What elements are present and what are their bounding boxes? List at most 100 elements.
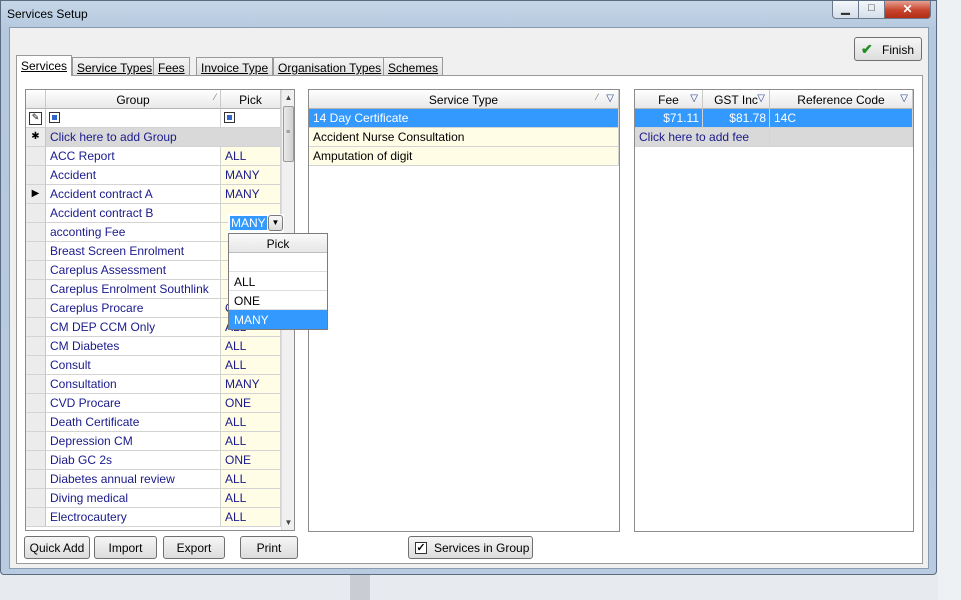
group-cell[interactable]: Accident contract A	[46, 185, 221, 204]
pick-cell[interactable]: MANY	[221, 185, 281, 204]
group-cell[interactable]: Consultation	[46, 375, 221, 394]
export-button[interactable]: Export	[163, 536, 225, 559]
tab-services[interactable]: Services	[16, 55, 73, 76]
row-indicator[interactable]	[26, 508, 46, 527]
group-cell[interactable]: Careplus Assessment	[46, 261, 221, 280]
filter-row-indicator[interactable]: ✎	[26, 109, 46, 128]
pick-dropdown[interactable]: Pick ALL ONE MANY	[228, 233, 328, 330]
service-type-column-header[interactable]: Service Type ⁄ ▽	[309, 90, 619, 109]
row-indicator[interactable]	[26, 280, 46, 299]
pick-cell[interactable]: ONE	[221, 451, 281, 470]
tab-schemes[interactable]: Schemes	[383, 57, 444, 75]
row-indicator[interactable]: ▶	[26, 185, 46, 204]
fee-cell[interactable]: $71.11	[635, 109, 703, 128]
fee-grid[interactable]: Fee ▽ GST Inc ▽ Reference Code ▽ $71.11 …	[634, 89, 914, 532]
add-group-row[interactable]: Click here to add Group	[46, 128, 281, 147]
title-bar[interactable]: Services Setup ▁ □ ✕	[1, 1, 936, 27]
row-indicator[interactable]	[26, 204, 46, 223]
pick-cell[interactable]: ALL	[221, 147, 281, 166]
filter-funnel-icon[interactable]: ▽	[690, 93, 698, 104]
row-indicator[interactable]	[26, 261, 46, 280]
gst-cell[interactable]: $81.78	[703, 109, 770, 128]
row-indicator[interactable]	[26, 413, 46, 432]
maximize-button[interactable]: □	[858, 1, 885, 19]
gst-column-header[interactable]: GST Inc ▽	[703, 90, 770, 109]
row-indicator[interactable]	[26, 375, 46, 394]
row-indicator[interactable]	[26, 489, 46, 508]
group-cell[interactable]: Careplus Enrolment Southlink	[46, 280, 221, 299]
print-button[interactable]: Print	[240, 536, 298, 559]
pick-cell[interactable]: ALL	[221, 337, 281, 356]
row-indicator[interactable]	[26, 166, 46, 185]
add-fee-row-ref[interactable]	[770, 128, 913, 147]
minimize-button[interactable]: ▁	[832, 1, 859, 19]
scroll-thumb[interactable]: ≡	[283, 106, 294, 162]
tab-invoice-type[interactable]: Invoice Type	[196, 57, 274, 75]
service-type-grid[interactable]: Service Type ⁄ ▽ 14 Day Certificate Accid…	[308, 89, 620, 532]
group-cell[interactable]: CM Diabetes	[46, 337, 221, 356]
pick-cell[interactable]: ALL	[221, 470, 281, 489]
row-indicator[interactable]	[26, 356, 46, 375]
group-cell[interactable]: CVD Procare	[46, 394, 221, 413]
services-in-group-checkbox[interactable]: ✓ Services in Group	[408, 536, 533, 559]
group-cell[interactable]: Accident	[46, 166, 221, 185]
row-indicator[interactable]	[26, 394, 46, 413]
row-indicator[interactable]	[26, 470, 46, 489]
filter-funnel-icon[interactable]: ▽	[900, 93, 908, 104]
pick-combo[interactable]: MANY ▼	[228, 214, 284, 233]
pick-filter-cell[interactable]	[221, 109, 281, 128]
pick-cell[interactable]: MANY	[221, 375, 281, 394]
pick-cell[interactable]: ALL	[221, 413, 281, 432]
pick-option-blank[interactable]	[229, 253, 327, 272]
group-cell[interactable]: Diabetes annual review	[46, 470, 221, 489]
finish-button[interactable]: ✔ Finish	[854, 37, 922, 61]
group-cell[interactable]: CM DEP CCM Only	[46, 318, 221, 337]
filter-funnel-icon[interactable]: ▽	[606, 93, 614, 104]
reference-code-cell[interactable]: 14C	[770, 109, 913, 128]
pick-cell[interactable]: ALL	[221, 432, 281, 451]
chevron-down-icon[interactable]: ▼	[268, 215, 283, 231]
add-fee-row[interactable]: Click here to add fee	[635, 128, 770, 147]
filter-funnel-icon[interactable]: ▽	[757, 93, 765, 104]
scroll-up-icon[interactable]: ▲	[282, 93, 294, 102]
pick-cell[interactable]: MANY	[221, 166, 281, 185]
group-column-header[interactable]: Group ⁄	[46, 90, 221, 109]
pick-cell[interactable]: ALL	[221, 356, 281, 375]
group-cell[interactable]: Death Certificate	[46, 413, 221, 432]
tab-organisation-types[interactable]: Organisation Types	[273, 57, 387, 75]
service-type-row[interactable]: Amputation of digit	[309, 147, 619, 166]
close-button[interactable]: ✕	[884, 1, 931, 19]
fee-column-header[interactable]: Fee ▽	[635, 90, 703, 109]
row-indicator[interactable]	[26, 337, 46, 356]
group-cell[interactable]: Careplus Procare	[46, 299, 221, 318]
pick-cell[interactable]: ONE	[221, 394, 281, 413]
row-indicator[interactable]	[26, 223, 46, 242]
row-indicator[interactable]	[26, 432, 46, 451]
pick-combo-value[interactable]: MANY	[230, 216, 267, 230]
pick-cell[interactable]: ALL	[221, 489, 281, 508]
group-cell[interactable]: Electrocautery	[46, 508, 221, 527]
pick-cell[interactable]: ALL	[221, 508, 281, 527]
tab-service-types[interactable]: Service Types	[72, 57, 158, 75]
row-indicator[interactable]	[26, 242, 46, 261]
scroll-down-icon[interactable]: ▼	[282, 518, 294, 527]
row-indicator[interactable]	[26, 318, 46, 337]
group-cell[interactable]: acconting Fee	[46, 223, 221, 242]
row-indicator[interactable]	[26, 451, 46, 470]
reference-code-column-header[interactable]: Reference Code ▽	[770, 90, 913, 109]
service-type-row[interactable]: 14 Day Certificate	[309, 109, 619, 128]
group-cell[interactable]: Consult	[46, 356, 221, 375]
pick-option-many[interactable]: MANY	[229, 310, 327, 329]
group-cell[interactable]: Diving medical	[46, 489, 221, 508]
row-indicator[interactable]	[26, 147, 46, 166]
pick-option-all[interactable]: ALL	[229, 272, 327, 291]
row-indicator[interactable]	[26, 299, 46, 318]
group-cell[interactable]: Accident contract B	[46, 204, 221, 223]
service-type-row[interactable]: Accident Nurse Consultation	[309, 128, 619, 147]
group-filter-cell[interactable]	[46, 109, 221, 128]
group-cell[interactable]: Depression CM	[46, 432, 221, 451]
group-cell[interactable]: Breast Screen Enrolment	[46, 242, 221, 261]
group-cell[interactable]: ACC Report	[46, 147, 221, 166]
tab-fees[interactable]: Fees	[153, 57, 190, 75]
group-cell[interactable]: Diab GC 2s	[46, 451, 221, 470]
